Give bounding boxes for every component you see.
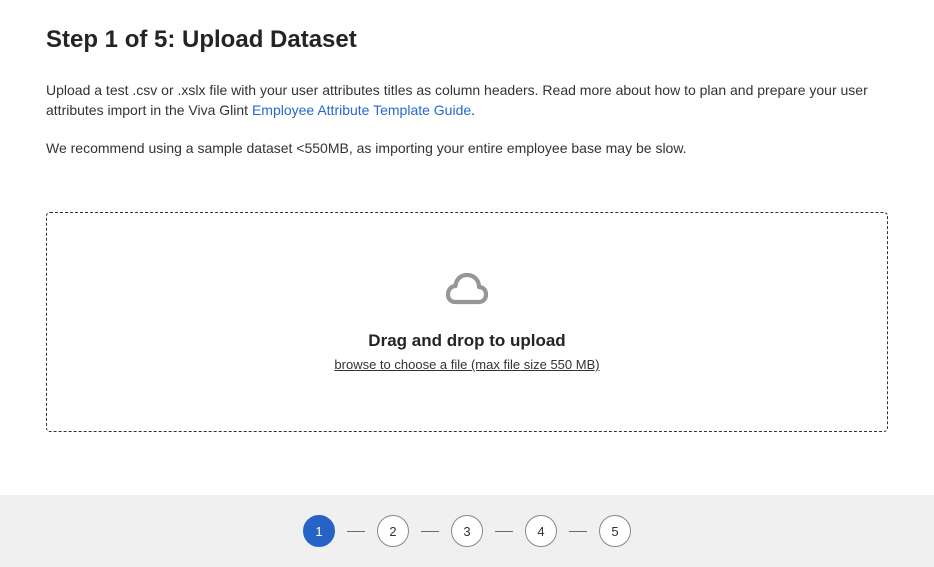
step-connector (495, 531, 513, 532)
step-connector (421, 531, 439, 532)
wizard-stepper: 1 2 3 4 5 (0, 495, 934, 567)
dropzone-subtitle: browse to choose a file (max file size 5… (334, 357, 599, 372)
step-1[interactable]: 1 (303, 515, 335, 547)
upload-dropzone[interactable]: Drag and drop to upload browse to choose… (46, 212, 888, 432)
cloud-upload-icon (446, 272, 488, 315)
step-4[interactable]: 4 (525, 515, 557, 547)
instructions-post: . (471, 102, 475, 118)
page-title: Step 1 of 5: Upload Dataset (46, 26, 888, 54)
step-3[interactable]: 3 (451, 515, 483, 547)
step-connector (569, 531, 587, 532)
step-5[interactable]: 5 (599, 515, 631, 547)
recommendation-text: We recommend using a sample dataset <550… (46, 139, 888, 159)
instructions-text: Upload a test .csv or .xslx file with yo… (46, 80, 888, 121)
step-connector (347, 531, 365, 532)
step-2[interactable]: 2 (377, 515, 409, 547)
dropzone-title: Drag and drop to upload (368, 331, 565, 351)
template-guide-link[interactable]: Employee Attribute Template Guide (252, 102, 471, 118)
